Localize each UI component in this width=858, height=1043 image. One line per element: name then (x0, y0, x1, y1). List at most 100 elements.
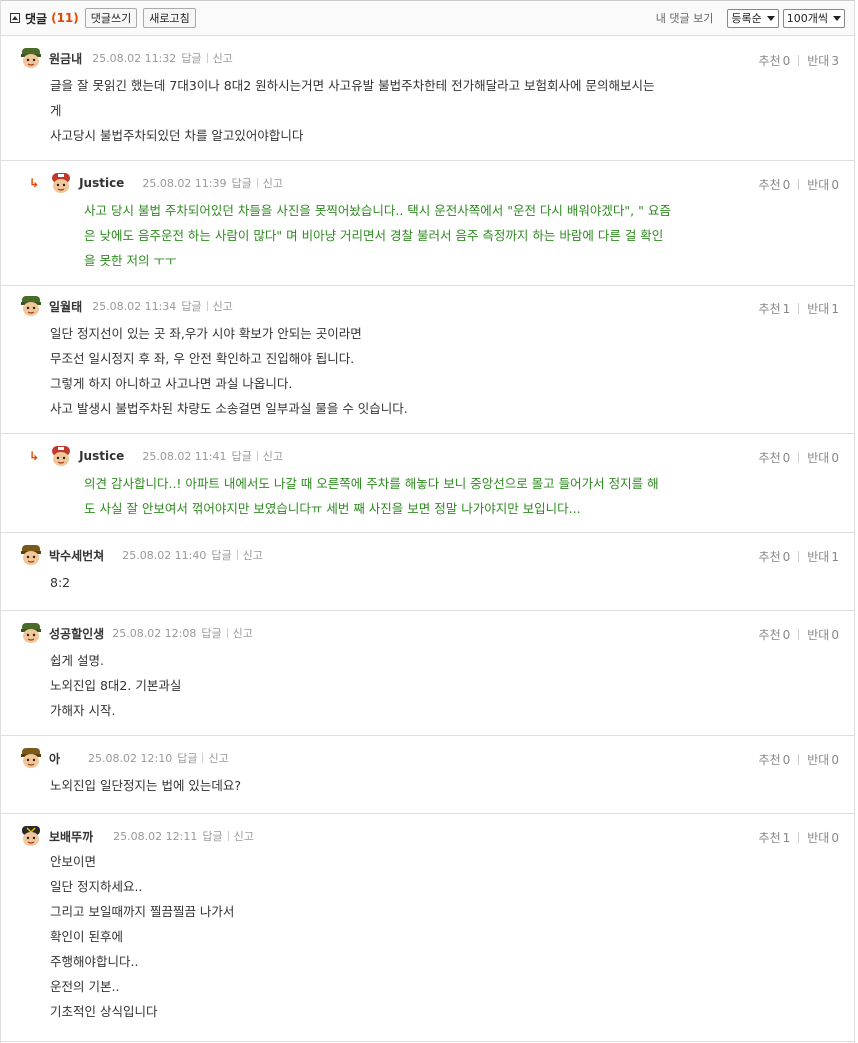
downvote-button[interactable]: 반대 (807, 548, 829, 565)
downvote-count: 0 (831, 450, 839, 465)
avatar[interactable] (49, 171, 73, 195)
reply-link[interactable]: 답글 (232, 448, 252, 464)
reply-link[interactable]: 답글 (181, 50, 201, 66)
upvote-count: 0 (782, 549, 791, 564)
comment-author[interactable]: 박수세번쳐 (49, 547, 104, 564)
downvote-count: 3 (831, 53, 839, 68)
comment-date: 25.08.02 11:41 (142, 449, 227, 463)
vote-box: 추천 0 반대 3 (759, 52, 839, 69)
vote-box: 추천 0 반대 0 (759, 176, 839, 193)
vote-box: 추천 0 반대 0 (759, 449, 839, 466)
write-comment-button[interactable]: 댓글쓰기 (84, 8, 138, 28)
sort-select[interactable]: 등록순 (727, 8, 779, 28)
comment-item: 일월태 25.08.02 11:34 답글 신고 추천 1 반대 1 일단 정지선이… (1, 286, 854, 434)
avatar[interactable] (19, 621, 43, 645)
avatar[interactable] (19, 294, 43, 318)
comment-meta: 박수세번쳐 25.08.02 11:40 답글 신고 (19, 543, 854, 567)
comment-line: 사고 당시 불법 주차되어있던 차들을 사진을 못찍어놨습니다.. 택시 운전사… (84, 203, 671, 218)
comment-author[interactable]: Justice (79, 176, 124, 190)
comment-body: 글을 잘 못읽긴 했는데 7대3이나 8대2 원하시는거면 사고유발 불법주차한… (50, 73, 655, 148)
avatar[interactable] (19, 824, 43, 848)
comment-line: 글을 잘 못읽긴 했는데 7대3이나 8대2 원하시는거면 사고유발 불법주차한… (50, 78, 655, 93)
comment-author[interactable]: 일월태 (49, 298, 82, 315)
report-link[interactable]: 신고 (233, 625, 253, 641)
comment-line: 가해자 시작. (50, 703, 116, 718)
divider (798, 551, 800, 562)
downvote-button[interactable]: 반대 (807, 449, 829, 466)
downvote-button[interactable]: 반대 (807, 751, 829, 768)
vote-box: 추천 0 반대 0 (759, 626, 839, 643)
comment-title: 댓글 (25, 11, 48, 26)
report-link[interactable]: 신고 (234, 828, 254, 844)
report-link[interactable]: 신고 (263, 448, 283, 464)
report-link[interactable]: 신고 (213, 50, 233, 66)
upvote-button[interactable]: 추천 (759, 829, 781, 846)
reply-link[interactable]: 답글 (202, 828, 222, 844)
comment-body: 8:2 (50, 570, 70, 595)
upvote-button[interactable]: 추천 (759, 751, 781, 768)
comment-section: 댓글 (11) 댓글쓰기 새로고침 내 댓글 보기 등록순 100개씩 원금내 … (0, 0, 855, 1043)
upvote-button[interactable]: 추천 (759, 548, 781, 565)
upvote-button[interactable]: 추천 (759, 52, 781, 69)
comment-line: 일단 정지하세요.. (50, 879, 143, 894)
upvote-button[interactable]: 추천 (759, 176, 781, 193)
reply-link[interactable]: 답글 (232, 175, 252, 191)
comment-line: 도 사실 잘 안보여서 꺾어야지만 보였습니다ㅠ 세번 째 사진을 보면 정말 … (84, 501, 581, 516)
divider (798, 303, 800, 314)
per-page-select[interactable]: 100개씩 (782, 8, 845, 28)
comment-author[interactable]: Justice (79, 449, 124, 463)
vote-box: 추천 1 반대 1 (759, 300, 839, 317)
chevron-down-icon (833, 15, 841, 21)
sort-select-value: 등록순 (731, 12, 762, 25)
divider (202, 753, 204, 763)
my-comments-link[interactable]: 내 댓글 보기 (656, 10, 714, 26)
comment-body: 사고 당시 불법 주차되어있던 차들을 사진을 못찍어놨습니다.. 택시 운전사… (84, 198, 671, 273)
report-link[interactable]: 신고 (213, 298, 233, 314)
reply-link[interactable]: 답글 (177, 750, 197, 766)
comment-meta: ↳ Justice 25.08.02 11:41 답글 신고 (29, 444, 854, 468)
downvote-button[interactable]: 반대 (807, 176, 829, 193)
comment-author[interactable]: 원금내 (49, 50, 82, 67)
divider (227, 831, 229, 841)
avatar[interactable] (19, 543, 43, 567)
avatar[interactable] (19, 746, 43, 770)
comment-line: 확인이 된후에 (50, 929, 123, 944)
reply-link[interactable]: 답글 (201, 625, 221, 641)
report-link[interactable]: 신고 (243, 547, 263, 563)
upvote-count: 0 (782, 177, 791, 192)
vote-box: 추천 0 반대 1 (759, 548, 839, 565)
avatar[interactable] (19, 46, 43, 70)
upvote-button[interactable]: 추천 (759, 449, 781, 466)
upvote-button[interactable]: 추천 (759, 300, 781, 317)
upvote-count: 0 (782, 53, 791, 68)
comment-date: 25.08.02 11:40 (122, 548, 207, 562)
comment-header: 댓글 (11) 댓글쓰기 새로고침 내 댓글 보기 등록순 100개씩 (1, 0, 854, 36)
collapse-toggle-icon[interactable] (10, 13, 20, 23)
comment-author[interactable]: 성공할인생 (49, 625, 104, 642)
report-link[interactable]: 신고 (263, 175, 283, 191)
comment-meta: 원금내 25.08.02 11:32 답글 신고 (19, 46, 854, 70)
downvote-button[interactable]: 반대 (807, 626, 829, 643)
comment-date: 25.08.02 11:32 (92, 51, 177, 65)
avatar[interactable] (49, 444, 73, 468)
reply-link[interactable]: 답글 (211, 547, 231, 563)
downvote-button[interactable]: 반대 (807, 52, 829, 69)
comment-author[interactable]: 아 (49, 750, 60, 767)
comment-meta: 일월태 25.08.02 11:34 답글 신고 (19, 294, 854, 318)
downvote-count: 0 (831, 177, 839, 192)
downvote-button[interactable]: 반대 (807, 300, 829, 317)
report-link[interactable]: 신고 (208, 750, 228, 766)
upvote-button[interactable]: 추천 (759, 626, 781, 643)
reply-link[interactable]: 답글 (181, 298, 201, 314)
comment-item: 원금내 25.08.02 11:32 답글 신고 추천 0 반대 3 글을 잘 못읽… (1, 38, 854, 161)
comment-meta: ↳ Justice 25.08.02 11:39 답글 신고 (29, 171, 854, 195)
chevron-down-icon (766, 15, 775, 21)
comment-count: (11) (51, 11, 79, 25)
refresh-button[interactable]: 새로고침 (143, 8, 196, 28)
comment-author[interactable]: 보배뚜까 (49, 828, 93, 845)
comment-line: 은 낮에도 음주운전 하는 사람이 많다" 며 비아냥 거리면서 경찰 불러서 … (84, 228, 664, 243)
downvote-button[interactable]: 반대 (807, 829, 829, 846)
divider (256, 451, 258, 461)
upvote-count: 0 (782, 450, 791, 465)
comment-line: 게 (50, 103, 62, 118)
